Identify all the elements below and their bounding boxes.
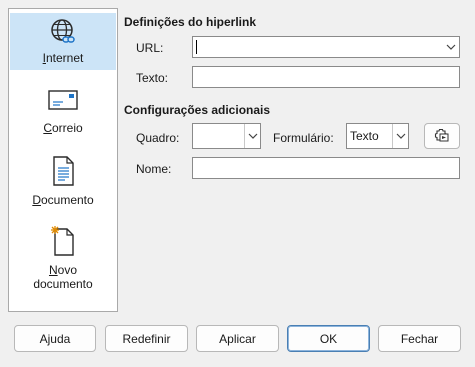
apply-button[interactable]: Aplicar <box>196 325 279 352</box>
url-combobox[interactable] <box>192 36 460 58</box>
ok-button[interactable]: OK <box>287 325 370 352</box>
chevron-down-icon <box>396 133 405 139</box>
sidebar-item-internet[interactable]: Internet <box>10 13 116 70</box>
close-button[interactable]: Fechar <box>378 325 461 352</box>
sidebar-item-document[interactable]: Documento <box>10 151 116 213</box>
form-value: Texto <box>350 129 379 143</box>
url-dropdown-button[interactable] <box>443 37 459 57</box>
name-label: Nome: <box>136 162 172 176</box>
form-combobox[interactable]: Texto <box>346 123 409 149</box>
url-label: URL: <box>136 41 164 55</box>
sidebar-item-label: Internet <box>42 51 84 65</box>
sidebar-item-label: Novo documento <box>33 263 93 291</box>
sidebar-item-label: Correio <box>43 121 83 135</box>
name-input[interactable] <box>192 157 460 179</box>
frame-dropdown-button[interactable] <box>244 124 260 148</box>
gear-icon <box>434 128 449 142</box>
chevron-down-icon <box>446 44 456 50</box>
new-document-icon <box>51 226 74 256</box>
additional-settings-heading: Configurações adicionais <box>124 103 271 117</box>
text-cursor <box>196 40 197 54</box>
envelope-icon <box>48 90 78 110</box>
text-input[interactable] <box>192 66 460 88</box>
sidebar-item-mail[interactable]: Correio <box>10 83 116 143</box>
events-button[interactable] <box>424 123 460 149</box>
chevron-down-icon <box>248 133 257 139</box>
hyperlink-type-sidebar: Internet Correio Documento Novo document… <box>8 8 118 312</box>
hyperlink-settings-heading: Definições do hiperlink <box>124 15 257 29</box>
form-label: Formulário: <box>273 131 334 145</box>
text-label: Texto: <box>136 71 169 85</box>
sidebar-item-label: Documento <box>32 193 94 207</box>
sidebar-item-new-document[interactable]: Novo documento <box>10 221 116 301</box>
form-dropdown-button[interactable] <box>392 124 408 148</box>
reset-button[interactable]: Redefinir <box>105 325 188 352</box>
document-icon <box>53 156 74 186</box>
help-button[interactable]: Ajuda <box>14 325 96 352</box>
globe-link-icon <box>51 19 75 43</box>
frame-label: Quadro: <box>136 131 180 145</box>
frame-combobox[interactable] <box>192 123 261 149</box>
